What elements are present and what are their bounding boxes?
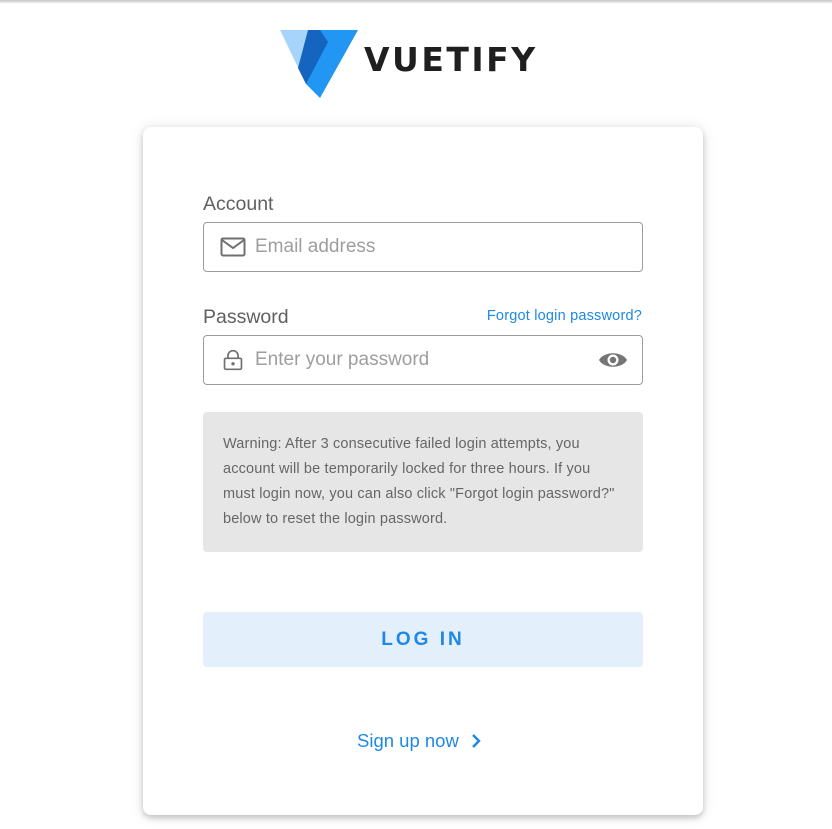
warning-notice: Warning: After 3 consecutive failed logi… bbox=[203, 412, 643, 552]
password-field[interactable] bbox=[203, 335, 643, 385]
email-field[interactable] bbox=[203, 222, 643, 272]
signup-link[interactable]: Sign up now bbox=[357, 729, 483, 753]
email-input[interactable] bbox=[255, 223, 585, 271]
top-divider bbox=[0, 0, 832, 3]
password-input[interactable] bbox=[255, 336, 585, 384]
account-label: Account bbox=[203, 193, 274, 215]
mail-icon bbox=[220, 237, 246, 257]
password-label: Password bbox=[203, 306, 289, 328]
vuetify-logo-mark-icon bbox=[280, 30, 358, 98]
login-button[interactable]: LOG IN bbox=[203, 612, 643, 667]
brand-name: VUETIFY bbox=[364, 40, 538, 79]
chevron-right-icon bbox=[471, 734, 481, 748]
signup-label: Sign up now bbox=[357, 730, 459, 751]
login-card: Account Password Forgot login password? … bbox=[143, 127, 703, 815]
forgot-password-link[interactable]: Forgot login password? bbox=[487, 308, 642, 324]
eye-icon[interactable] bbox=[598, 348, 628, 372]
lock-icon bbox=[223, 349, 243, 371]
vuetify-logo: VUETIFY bbox=[280, 28, 580, 98]
